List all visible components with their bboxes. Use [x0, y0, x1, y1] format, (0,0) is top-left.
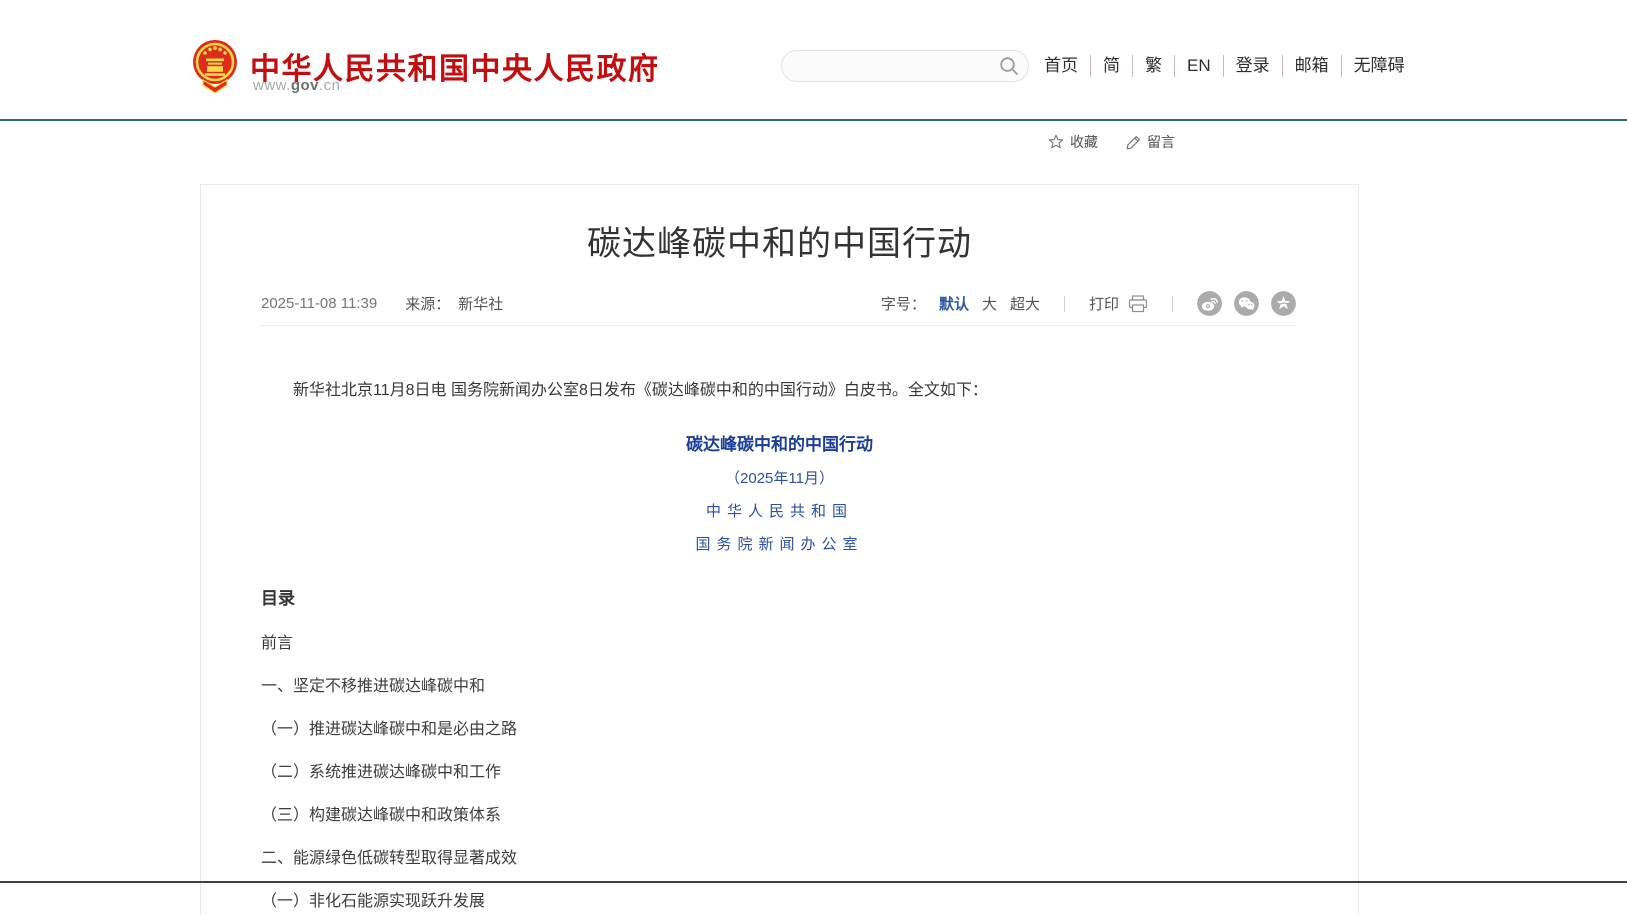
toc-item: （一）推进碳达峰碳中和是必由之路	[261, 721, 1298, 738]
pencil-icon	[1126, 135, 1141, 150]
article-date: 2025-11-08 11:39	[261, 295, 377, 312]
source-label: 来源：	[405, 293, 450, 314]
site-url: www.gov.cn	[253, 77, 341, 94]
message-button[interactable]: 留言	[1126, 132, 1175, 152]
site-url-www: www.	[253, 77, 291, 94]
page-quickbar: 收藏 留言	[1048, 132, 1175, 152]
viewport-bottom-divider	[0, 881, 1627, 883]
star-share-icon[interactable]	[1271, 291, 1296, 316]
print-button[interactable]: 打印	[1089, 293, 1148, 314]
star-icon	[1048, 134, 1064, 150]
toc-list: 前言 一、坚定不移推进碳达峰碳中和 （一）推进碳达峰碳中和是必由之路 （二）系统…	[261, 635, 1298, 910]
toc-item: 前言	[261, 635, 1298, 652]
divider	[1172, 296, 1173, 312]
search-icon[interactable]	[999, 56, 1019, 76]
site-url-cn: .cn	[319, 77, 341, 94]
toc-item: 一、坚定不移推进碳达峰碳中和	[261, 678, 1298, 695]
toc-item: （一）非化石能源实现跃升发展	[261, 893, 1298, 910]
wechat-share-icon[interactable]	[1234, 291, 1259, 316]
font-size-label: 字号：	[881, 293, 926, 314]
site-header: 中华人民共和国中央人民政府 www.gov.cn 首页 简 繁 EN 登录 邮箱…	[0, 0, 1627, 121]
article-title: 碳达峰碳中和的中国行动	[241, 222, 1318, 267]
nav-item-mail[interactable]: 邮箱	[1282, 55, 1341, 77]
article-intro-paragraph: 新华社北京11月8日电 国务院新闻办公室8日发布《碳达峰碳中和的中国行动》白皮书…	[261, 377, 1298, 404]
whitepaper-org-line2: 国务院新闻办公室	[261, 533, 1298, 554]
site-url-gov: gov	[291, 77, 319, 94]
search-box	[781, 50, 1029, 82]
article-meta-bar: 2025-11-08 11:39 来源： 新华社 字号： 默认 大 超大 打印	[261, 291, 1296, 326]
nav-item-home[interactable]: 首页	[1044, 55, 1090, 77]
article-body: 新华社北京11月8日电 国务院新闻办公室8日发布《碳达峰碳中和的中国行动》白皮书…	[201, 377, 1358, 910]
top-nav: 首页 简 繁 EN 登录 邮箱 无障碍	[1044, 55, 1417, 77]
divider	[1064, 296, 1065, 312]
font-size-large[interactable]: 大	[982, 293, 997, 314]
nav-item-english[interactable]: EN	[1174, 55, 1223, 77]
article-meta-right: 字号： 默认 大 超大 打印	[881, 291, 1296, 316]
toc-item: （三）构建碳达峰碳中和政策体系	[261, 807, 1298, 824]
search-input[interactable]	[798, 52, 988, 82]
nav-item-simplified[interactable]: 简	[1090, 55, 1132, 77]
printer-icon	[1128, 295, 1148, 313]
nav-item-traditional[interactable]: 繁	[1132, 55, 1174, 77]
whitepaper-org-line1: 中华人民共和国	[261, 500, 1298, 521]
weibo-share-icon[interactable]	[1197, 291, 1222, 316]
font-size-xlarge[interactable]: 超大	[1010, 293, 1040, 314]
source-value: 新华社	[458, 293, 503, 314]
article-meta-left: 2025-11-08 11:39 来源： 新华社	[261, 293, 503, 314]
print-label: 打印	[1089, 293, 1119, 314]
toc-item: （二）系统推进碳达峰碳中和工作	[261, 764, 1298, 781]
favorite-button[interactable]: 收藏	[1048, 132, 1098, 152]
article-source: 来源： 新华社	[405, 293, 503, 314]
nav-item-accessibility[interactable]: 无障碍	[1341, 55, 1417, 77]
share-icons	[1197, 291, 1296, 316]
whitepaper-date: （2025年11月）	[261, 467, 1298, 488]
favorite-label: 收藏	[1070, 132, 1098, 152]
toc-heading: 目录	[261, 584, 1298, 609]
article-card: 碳达峰碳中和的中国行动 2025-11-08 11:39 来源： 新华社 字号：…	[200, 184, 1359, 915]
national-emblem-logo	[192, 38, 238, 96]
message-label: 留言	[1147, 132, 1175, 152]
whitepaper-title: 碳达峰碳中和的中国行动	[261, 430, 1298, 455]
nav-item-login[interactable]: 登录	[1223, 55, 1282, 77]
toc-item: 二、能源绿色低碳转型取得显著成效	[261, 850, 1298, 867]
font-size-default[interactable]: 默认	[939, 293, 969, 314]
